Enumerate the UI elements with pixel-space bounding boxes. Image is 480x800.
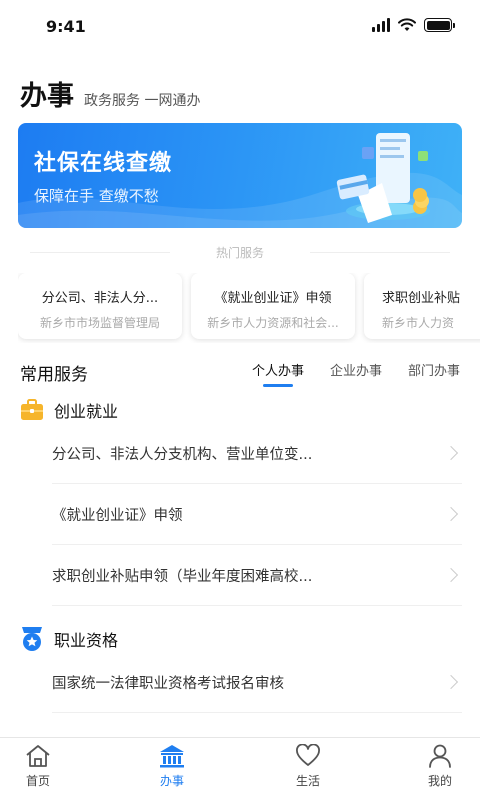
battery-icon	[424, 18, 455, 32]
page-title: 办事	[20, 81, 74, 112]
category-name: 创业就业	[54, 402, 119, 421]
hot-services-carousel[interactable]: 分公司、非法人分... 新乡市市场监督管理局 《就业创业证》申领 新乡市人力资源…	[18, 273, 480, 343]
category-header: 职业资格	[20, 626, 118, 652]
hot-service-title: 《就业创业证》申领	[214, 291, 332, 306]
hot-service-title: 分公司、非法人分...	[41, 291, 159, 306]
tabbar-life[interactable]: 生活	[278, 744, 338, 789]
common-services-title: 常用服务	[20, 365, 88, 385]
government-building-icon	[160, 745, 184, 768]
service-item-label: 国家统一法律职业资格考试报名审核	[52, 675, 284, 692]
tab-personal[interactable]: 个人办事	[252, 360, 304, 387]
hot-service-title: 求职创业补贴	[382, 291, 461, 306]
category-name: 职业资格	[54, 631, 119, 650]
briefcase-icon	[21, 399, 43, 420]
hot-service-org: 新乡市人力资源和社会...	[207, 316, 339, 330]
service-item-label: 分公司、非法人分支机构、营业单位变...	[52, 446, 313, 463]
bottom-tab-bar: 首页 办事 生活 我的	[0, 737, 480, 800]
service-tabs: 个人办事 企业办事 部门办事	[252, 360, 460, 387]
tabbar-label: 办事	[159, 774, 184, 788]
tab-enterprise[interactable]: 企业办事	[330, 360, 382, 387]
status-icons	[372, 18, 455, 32]
tabbar-services[interactable]: 办事	[142, 744, 202, 789]
banner-title: 社保在线查缴	[34, 151, 173, 176]
tabbar-label: 生活	[295, 774, 320, 788]
hot-service-card[interactable]: 《就业创业证》申领 新乡市人力资源和社会...	[191, 273, 355, 339]
chevron-right-icon	[443, 567, 459, 583]
hot-service-org: 新乡市人力资	[382, 316, 455, 330]
page-header: 办事 政务服务 一网通办	[20, 74, 200, 113]
status-bar: 9:41	[0, 0, 480, 52]
tab-department[interactable]: 部门办事	[408, 360, 460, 387]
tabbar-label: 首页	[25, 774, 50, 788]
service-item-label: 求职创业补贴申领（毕业年度困难高校...	[52, 568, 313, 585]
chevron-right-icon	[443, 445, 459, 461]
tabbar-label: 我的	[427, 774, 452, 788]
status-time: 9:41	[46, 17, 86, 36]
chevron-right-icon	[443, 674, 459, 690]
hot-service-card[interactable]: 求职创业补贴 新乡市人力资	[364, 273, 480, 339]
wifi-icon	[398, 18, 416, 31]
medal-icon	[22, 627, 42, 651]
category-header: 创业就业	[20, 398, 118, 422]
service-item-label: 《就业创业证》申领	[52, 507, 183, 524]
hot-service-org: 新乡市市场监督管理局	[39, 316, 160, 330]
hot-services-title: 热门服务	[0, 244, 480, 261]
service-list-item[interactable]: 求职创业补贴申领（毕业年度困难高校...	[52, 545, 462, 606]
banner-subtitle: 保障在手 查缴不愁	[34, 187, 159, 205]
service-list-item[interactable]: 《就业创业证》申领	[52, 484, 462, 545]
service-list-item[interactable]: 分公司、非法人分支机构、营业单位变...	[52, 423, 462, 484]
person-icon	[429, 744, 451, 768]
receipt-payment-illustration-icon	[336, 133, 430, 223]
tabbar-mine[interactable]: 我的	[410, 744, 470, 789]
promo-banner[interactable]: 社保在线查缴 保障在手 查缴不愁	[18, 123, 462, 228]
home-icon	[26, 745, 50, 767]
tabbar-home[interactable]: 首页	[8, 744, 68, 789]
page-subtitle: 政务服务 一网通办	[84, 93, 201, 109]
cellular-signal-icon	[372, 18, 390, 32]
chevron-right-icon	[443, 506, 459, 522]
heart-icon	[296, 744, 320, 766]
hot-service-card[interactable]: 分公司、非法人分... 新乡市市场监督管理局	[18, 273, 182, 339]
service-list-item[interactable]: 国家统一法律职业资格考试报名审核	[52, 652, 462, 713]
